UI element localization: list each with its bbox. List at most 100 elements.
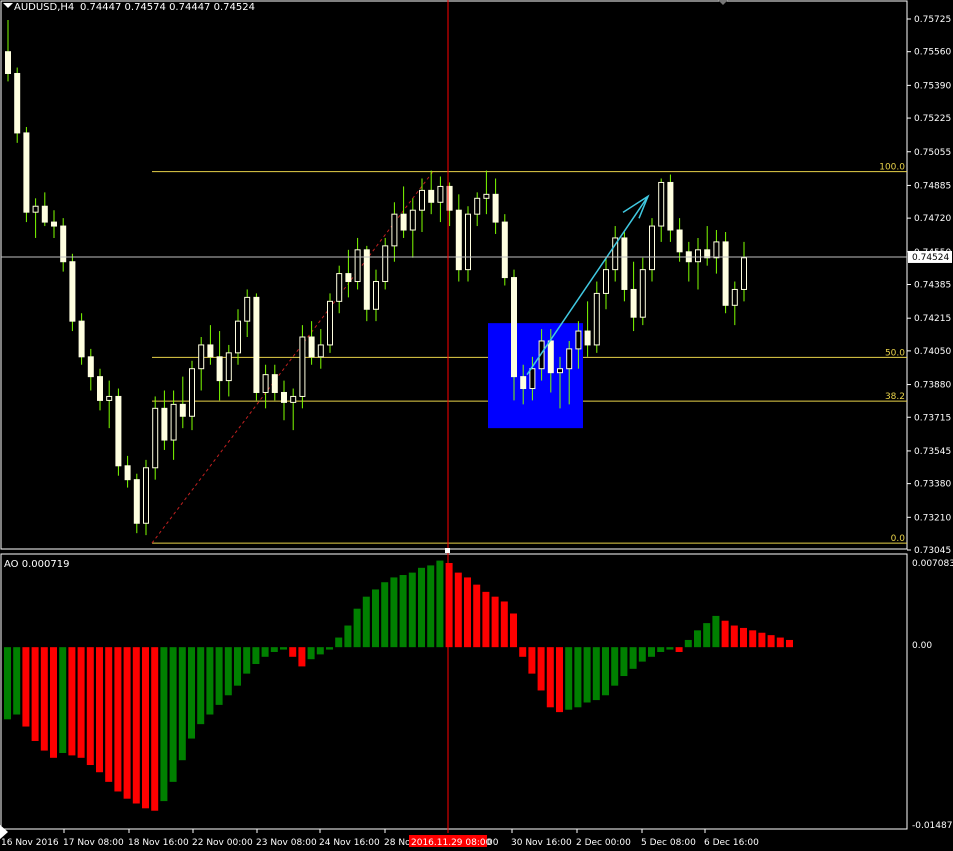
- time-tick-label: 24 Nov 16:00: [319, 838, 380, 848]
- candle-body: [621, 237, 628, 290]
- ao-bar: [684, 639, 692, 648]
- ao-bar: [59, 647, 67, 753]
- ao-bar: [620, 647, 628, 677]
- ao-bar: [114, 647, 122, 792]
- candle-body: [400, 213, 407, 231]
- candle-body: [465, 213, 471, 271]
- price-plot[interactable]: AUDUSD,H4 0.74447 0.74574 0.74447 0.7452…: [0, 0, 908, 550]
- candle-body: [41, 205, 48, 223]
- ao-bar: [500, 601, 508, 648]
- ao-tick-top: 0.007083: [912, 559, 953, 569]
- ao-bar: [40, 647, 48, 751]
- price-tick-label: 0.73380: [914, 480, 951, 490]
- ao-bar: [362, 596, 370, 648]
- candle-body: [143, 467, 149, 524]
- ao-bar: [583, 647, 591, 703]
- candle-body: [216, 356, 223, 382]
- ao-bar: [243, 647, 251, 674]
- time-tick-label: 23 Nov 08:00: [256, 838, 317, 848]
- ao-bar: [776, 637, 784, 648]
- candle-body: [409, 209, 416, 231]
- ao-bar: [105, 647, 113, 782]
- candle-body: [106, 395, 113, 401]
- ao-bar: [786, 639, 793, 648]
- candle-body: [455, 209, 462, 271]
- ao-bar: [390, 577, 398, 648]
- candle-body: [152, 407, 159, 469]
- time-tick-label: 16 Nov 2016: [1, 838, 59, 848]
- time-tick-label: 22 Nov 00:00: [192, 838, 253, 848]
- ao-bar: [418, 567, 425, 648]
- price-tick-label: 0.75725: [914, 15, 951, 25]
- ao-bar: [427, 565, 435, 648]
- ao-bar: [4, 647, 11, 720]
- ao-bar: [611, 647, 619, 686]
- trading-chart[interactable]: AUDUSD,H4 0.74447 0.74574 0.74447 0.7452…: [0, 0, 953, 851]
- candle-body: [382, 245, 389, 283]
- ao-bar: [289, 647, 297, 657]
- ao-bar: [694, 630, 701, 648]
- candle-body: [97, 376, 103, 401]
- ao-bar: [629, 647, 637, 669]
- candle-body: [253, 296, 260, 393]
- ao-bar: [188, 647, 195, 739]
- ao-bar: [31, 647, 39, 741]
- candle-body: [363, 249, 370, 310]
- fib-level-label: 38.2: [885, 392, 905, 402]
- ao-bar: [353, 608, 361, 648]
- candle-body: [520, 376, 527, 390]
- ao-bar: [335, 637, 343, 648]
- candle-body: [566, 348, 573, 370]
- ao-bar: [206, 647, 214, 715]
- candle-body: [225, 352, 232, 382]
- price-tick-label: 0.74215: [914, 314, 951, 324]
- price-tick-label: 0.73210: [914, 513, 951, 523]
- price-tick-label: 0.73545: [914, 447, 951, 457]
- ao-bar: [96, 647, 103, 773]
- ao-bar: [399, 575, 407, 648]
- candle-body: [354, 249, 361, 283]
- candle-body: [639, 269, 646, 318]
- ao-bar: [169, 647, 177, 782]
- candle-body: [492, 193, 499, 223]
- candle-body: [281, 391, 287, 403]
- candle-body: [179, 403, 186, 417]
- candle-body: [299, 336, 306, 397]
- ao-bar: [224, 647, 232, 696]
- crosshair-handle[interactable]: [445, 548, 450, 553]
- time-tick-label: 30 Nov 16:00: [511, 838, 572, 848]
- time-tick-label: 5 Dec 08:00: [641, 838, 696, 848]
- candle-body: [60, 225, 67, 263]
- ao-bar: [50, 647, 57, 758]
- price-tick-label: 0.74885: [914, 181, 951, 191]
- ao-bar: [261, 647, 269, 657]
- ao-bar: [77, 647, 85, 758]
- ao-bar: [556, 647, 563, 713]
- candle-body: [133, 479, 140, 524]
- ao-bar: [675, 647, 683, 652]
- price-tick-label: 0.73880: [914, 381, 951, 391]
- candle-body: [722, 241, 729, 306]
- ao-bar: [592, 647, 600, 701]
- candle-body: [327, 300, 333, 346]
- candle-body: [575, 330, 582, 350]
- price-plot-frame: [0, 0, 908, 550]
- ao-bar: [86, 647, 94, 766]
- candle-body: [5, 51, 11, 74]
- ao-bar: [703, 623, 711, 648]
- candle-body: [124, 465, 131, 481]
- candle-body: [731, 288, 738, 306]
- ao-bar: [344, 625, 352, 648]
- candle-body: [87, 356, 94, 378]
- candle-body: [373, 281, 379, 310]
- candle-body: [529, 368, 536, 390]
- fib-level-label: 100.0: [879, 163, 905, 173]
- candle-body: [501, 221, 508, 279]
- awesome-oscillator-plot[interactable]: AO 0.000719: [0, 553, 908, 830]
- cursor-time-suffix: 00: [487, 838, 499, 848]
- candle-body: [308, 336, 315, 358]
- ao-bar: [178, 647, 186, 761]
- ao-bar: [316, 647, 324, 655]
- candle-body: [695, 249, 701, 263]
- price-tick-label: 0.75390: [914, 81, 951, 91]
